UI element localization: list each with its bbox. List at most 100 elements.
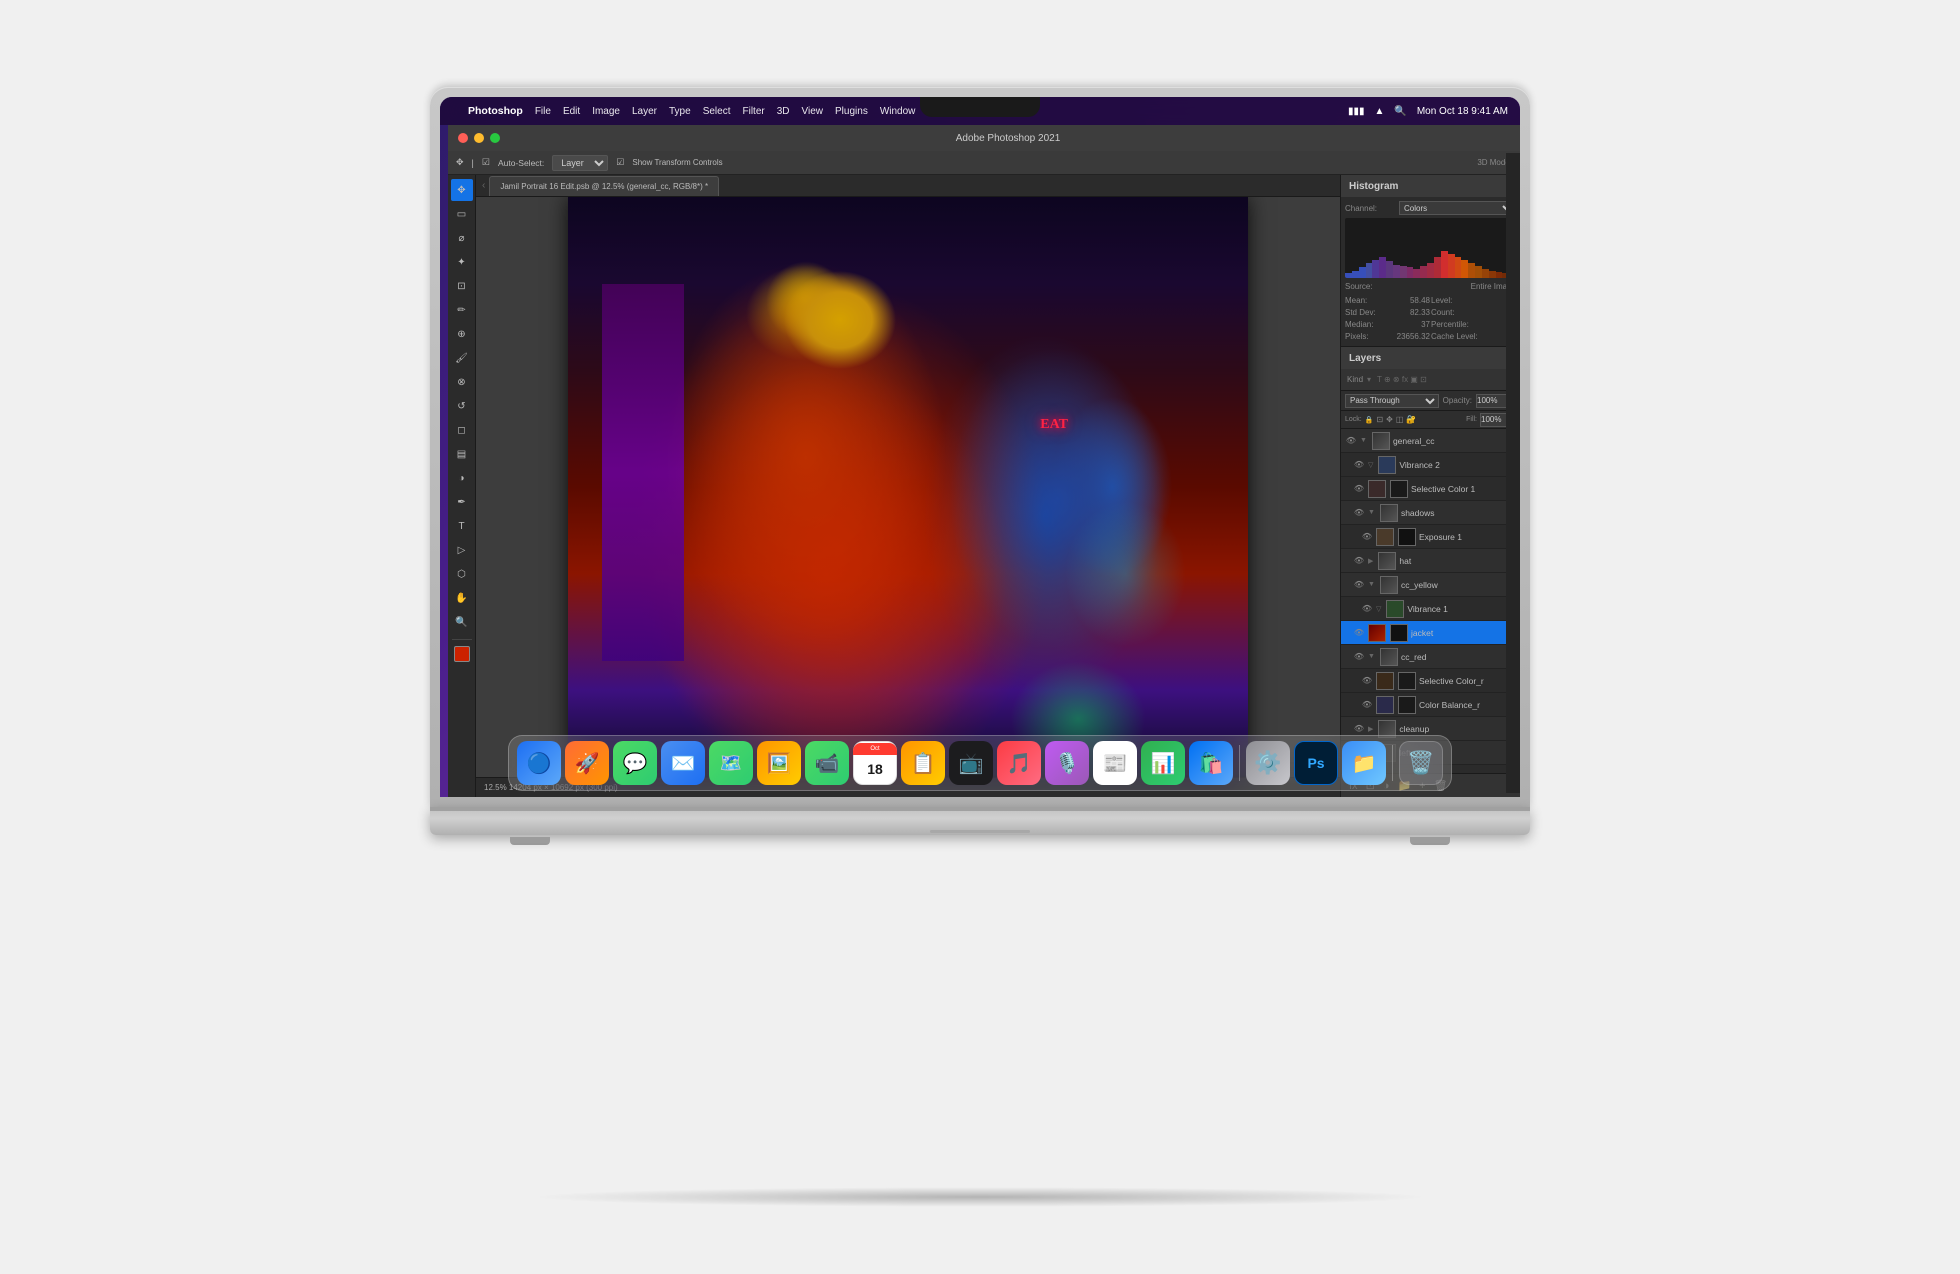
layer-eye-icon[interactable]: 👁 bbox=[1361, 700, 1373, 709]
blend-mode-select[interactable]: Pass Through Normal Multiply Screen Over… bbox=[1345, 394, 1439, 408]
move-tool-icon[interactable]: ✥ bbox=[456, 157, 464, 168]
eraser-tool[interactable]: ◻ bbox=[451, 419, 473, 441]
layer-eye-icon[interactable]: 👁 bbox=[1361, 532, 1373, 541]
dock-appletv[interactable]: 📺 bbox=[949, 741, 993, 785]
fold-icon[interactable]: ▼ bbox=[1368, 509, 1375, 516]
gradient-tool[interactable]: ▤ bbox=[451, 443, 473, 465]
layer-eye-icon[interactable]: 👁 bbox=[1361, 676, 1373, 685]
dock-launchpad[interactable]: 🚀 bbox=[565, 741, 609, 785]
layer-cc-red[interactable]: 👁 ▼ cc_red bbox=[1341, 645, 1520, 669]
pen-tool[interactable]: ✒ bbox=[451, 491, 473, 513]
histogram-panel-header[interactable]: Histogram ≡ bbox=[1341, 175, 1520, 197]
dock-facetime[interactable]: 📹 bbox=[805, 741, 849, 785]
magic-wand-tool[interactable]: ✦ bbox=[451, 251, 473, 273]
layer-exposure1[interactable]: 👁 Exposure 1 bbox=[1341, 525, 1520, 549]
lock-image-icon[interactable]: ⊡ bbox=[1376, 415, 1383, 424]
tab-back-icon[interactable]: ‹ bbox=[482, 180, 485, 191]
maximize-button[interactable] bbox=[490, 133, 500, 143]
fold-icon[interactable]: ▼ bbox=[1368, 581, 1375, 588]
dock-news[interactable]: 📰 bbox=[1093, 741, 1137, 785]
lock-position-icon[interactable]: ✥ bbox=[1386, 415, 1393, 424]
auto-select-dropdown[interactable]: Layer Group bbox=[552, 155, 608, 171]
ps-document-tab[interactable]: Jamil Portrait 16 Edit.psb @ 12.5% (gene… bbox=[489, 176, 719, 196]
dock-podcasts[interactable]: 🎙️ bbox=[1045, 741, 1089, 785]
layer-color-balance[interactable]: 👁 Color Balance_r bbox=[1341, 693, 1520, 717]
text-tool[interactable]: T bbox=[451, 515, 473, 537]
fold-icon[interactable]: ▼ bbox=[1368, 653, 1375, 660]
crop-tool[interactable]: ⊡ bbox=[451, 275, 473, 297]
dock-appstore[interactable]: 🛍️ bbox=[1189, 741, 1233, 785]
menubar-select[interactable]: Select bbox=[703, 106, 731, 117]
layer-shadows[interactable]: 👁 ▼ shadows bbox=[1341, 501, 1520, 525]
menubar-layer[interactable]: Layer bbox=[632, 106, 657, 117]
dodge-tool[interactable]: ◑ bbox=[451, 467, 473, 489]
layer-eye-icon[interactable]: 👁 bbox=[1353, 460, 1365, 469]
lock-all-icon[interactable]: 🔐 bbox=[1406, 415, 1416, 424]
dock-reminders[interactable]: 📋 bbox=[901, 741, 945, 785]
dock-files[interactable]: 📁 bbox=[1342, 741, 1386, 785]
close-button[interactable] bbox=[458, 133, 468, 143]
menubar-type[interactable]: Type bbox=[669, 106, 691, 117]
fold-icon[interactable]: ▶ bbox=[1368, 557, 1373, 565]
dock-photos[interactable]: 🖼️ bbox=[757, 741, 801, 785]
dock-calendar[interactable]: Oct 18 bbox=[853, 741, 897, 785]
hand-tool[interactable]: ✋ bbox=[451, 587, 473, 609]
lasso-tool[interactable]: ⌀ bbox=[451, 227, 473, 249]
menubar-wifi-icon[interactable]: ▲ bbox=[1374, 106, 1384, 117]
layer-general-cc[interactable]: 👁 ▼ general_cc bbox=[1341, 429, 1520, 453]
dock-trash[interactable]: 🗑️ bbox=[1399, 741, 1443, 785]
menubar-app-name[interactable]: Photoshop bbox=[468, 105, 523, 117]
dock-maps[interactable]: 🗺️ bbox=[709, 741, 753, 785]
dock-finder[interactable]: 🔵 bbox=[517, 741, 561, 785]
layer-selective-r[interactable]: 👁 Selective Color_r bbox=[1341, 669, 1520, 693]
channel-select[interactable]: Colors RGB Red Green Blue bbox=[1399, 201, 1516, 215]
layer-hat[interactable]: 👁 ▶ hat bbox=[1341, 549, 1520, 573]
brush-tool[interactable]: 🖌 bbox=[451, 347, 473, 369]
menubar-plugins[interactable]: Plugins bbox=[835, 106, 868, 117]
clone-tool[interactable]: ⊗ bbox=[451, 371, 473, 393]
layers-panel-header[interactable]: Layers ≡ bbox=[1341, 347, 1520, 369]
layer-vibrance1[interactable]: 👁 ▽ Vibrance 1 bbox=[1341, 597, 1520, 621]
fold-arrow-icon[interactable]: ▼ bbox=[1360, 437, 1367, 444]
menubar-window[interactable]: Window bbox=[880, 106, 916, 117]
dock-sysprefs[interactable]: ⚙️ bbox=[1246, 741, 1290, 785]
layer-eye-icon[interactable]: 👁 bbox=[1353, 556, 1365, 565]
menubar-file[interactable]: File bbox=[535, 106, 551, 117]
lock-artboard-icon[interactable]: ◫ bbox=[1396, 415, 1404, 424]
auto-select-check[interactable]: ☑ bbox=[482, 157, 490, 168]
layer-eye-icon[interactable]: 👁 bbox=[1345, 436, 1357, 445]
menubar-3d[interactable]: 3D bbox=[777, 106, 790, 117]
shape-tool[interactable]: ⬡ bbox=[451, 563, 473, 585]
layer-vibrance2[interactable]: 👁 ▽ Vibrance 2 bbox=[1341, 453, 1520, 477]
dock-music[interactable]: 🎵 bbox=[997, 741, 1041, 785]
menubar-view[interactable]: View bbox=[802, 106, 824, 117]
foreground-color[interactable] bbox=[454, 646, 470, 662]
eyedropper-tool[interactable]: ✏ bbox=[451, 299, 473, 321]
layer-eye-icon[interactable]: 👁 bbox=[1353, 484, 1365, 493]
spot-heal-tool[interactable]: ⊕ bbox=[451, 323, 473, 345]
layer-cc-yellow[interactable]: 👁 ▼ cc_yellow bbox=[1341, 573, 1520, 597]
zoom-tool[interactable]: 🔍 bbox=[451, 611, 473, 633]
path-select-tool[interactable]: ▷ bbox=[451, 539, 473, 561]
select-rect-tool[interactable]: ▭ bbox=[451, 203, 473, 225]
layer-eye-icon[interactable]: 👁 bbox=[1361, 604, 1373, 613]
menubar-image[interactable]: Image bbox=[592, 106, 620, 117]
dock-mail[interactable]: ✉️ bbox=[661, 741, 705, 785]
menubar-edit[interactable]: Edit bbox=[563, 106, 580, 117]
move-tool[interactable]: ✥ bbox=[451, 179, 473, 201]
layer-selective1[interactable]: 👁 Selective Color 1 bbox=[1341, 477, 1520, 501]
history-tool[interactable]: ↺ bbox=[451, 395, 473, 417]
layer-eye-icon[interactable]: 👁 bbox=[1353, 628, 1365, 637]
layer-eye-icon[interactable]: 👁 bbox=[1353, 580, 1365, 589]
lock-transparent-icon[interactable]: 🔒 bbox=[1365, 416, 1374, 424]
layer-eye-icon[interactable]: 👁 bbox=[1353, 508, 1365, 517]
dock-messages[interactable]: 💬 bbox=[613, 741, 657, 785]
transform-check[interactable]: ☑ bbox=[616, 157, 624, 168]
dock-numbers[interactable]: 📊 bbox=[1141, 741, 1185, 785]
menubar-filter[interactable]: Filter bbox=[742, 106, 764, 117]
dock-photoshop[interactable]: Ps bbox=[1294, 741, 1338, 785]
minimize-button[interactable] bbox=[474, 133, 484, 143]
layer-eye-icon[interactable]: 👁 bbox=[1353, 652, 1365, 661]
menubar-search-icon[interactable]: 🔍 bbox=[1394, 106, 1406, 117]
layer-jacket[interactable]: 👁 jacket bbox=[1341, 621, 1520, 645]
